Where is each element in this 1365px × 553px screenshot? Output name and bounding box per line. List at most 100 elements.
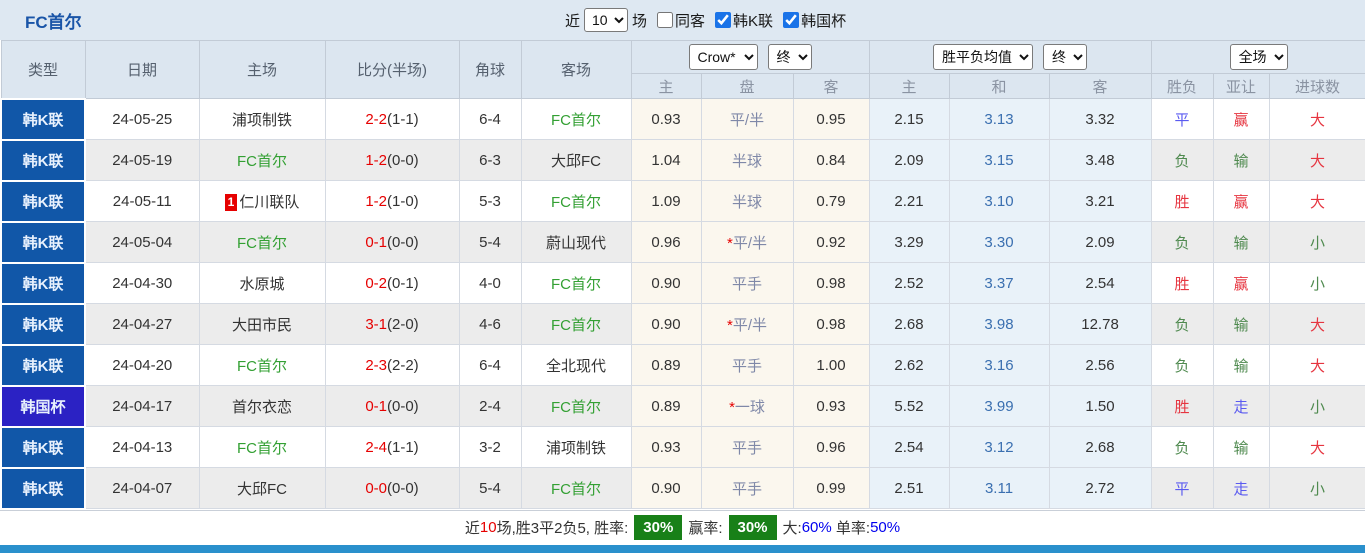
cell-home-team: 首尔衣恋 [198, 385, 326, 427]
away-team-name: 浦项制铁 [545, 439, 606, 457]
cell-corners: 5-4 [458, 221, 522, 263]
table-row: 韩K联 24-04-20 FC首尔 2-3(2-2) 6-4 全北现代 0.89 平手 1.00… [0, 343, 1365, 387]
cell-asian-home-odds: 0.96 [630, 221, 702, 263]
handicap-text: 半球 [731, 193, 762, 211]
cell-score: 3-1(2-0) [324, 303, 460, 345]
cell-match-type: 韩K联 [0, 97, 86, 141]
cell-asian-home-odds: 1.04 [630, 139, 702, 181]
cell-result-wdl: 负 [1150, 303, 1214, 345]
asian-time-select[interactable]: 终 [767, 44, 812, 70]
half-time-score: (0-1) [387, 274, 419, 292]
korea-cup-checkbox[interactable] [783, 12, 800, 28]
cell-home-team: FC首尔 [198, 426, 326, 468]
cell-away-team: 全北现代 [520, 344, 632, 386]
cell-corners: 6-4 [458, 344, 522, 386]
odds-company-select[interactable]: Crow* [688, 44, 758, 70]
away-team-name: FC首尔 [551, 275, 601, 293]
sub-header-euro-draw: 和 [948, 73, 1050, 99]
sub-header-euro-away: 客 [1048, 73, 1152, 99]
cell-score: 0-1(0-0) [324, 221, 460, 263]
half-time-score: (0-0) [387, 151, 419, 169]
cell-result-handicap: 走 [1212, 467, 1270, 509]
home-team-name: 大田市民 [231, 316, 292, 334]
asian-odds-header: Crow* 终 [630, 40, 870, 74]
cell-date: 24-04-13 [84, 426, 200, 468]
cell-euro-away-odds: 3.48 [1048, 139, 1152, 181]
cell-result-overunder: 大 [1268, 303, 1365, 345]
half-time-score: (0-0) [387, 397, 419, 415]
cell-corners: 3-2 [458, 426, 522, 468]
europe-time-select[interactable]: 终 [1043, 44, 1088, 70]
col-header-away: 客场 [520, 40, 632, 99]
summary-part: 单率: [831, 520, 871, 537]
header-group-row: 类型 日期 主场 比分(半场) 角球 客场 Crow* 终 胜平负均值 终 全场 [0, 40, 1365, 99]
cell-handicap: *平/半 [700, 221, 794, 263]
cell-euro-draw-odds: 3.15 [948, 139, 1050, 181]
cell-result-handicap: 输 [1212, 426, 1270, 468]
cell-score: 0-2(0-1) [324, 262, 460, 304]
col-header-corners: 角球 [458, 40, 522, 99]
cell-result-handicap: 输 [1212, 139, 1270, 181]
sub-header-asian-result: 亚让 [1212, 73, 1270, 99]
cell-euro-away-odds: 3.32 [1048, 98, 1152, 140]
k-league-label: 韩K联 [733, 12, 774, 30]
cell-euro-home-odds: 2.68 [868, 303, 950, 345]
result-scope-header: 全场 [1150, 40, 1365, 74]
cell-asian-home-odds: 0.93 [630, 426, 702, 468]
bottom-accent-bar [0, 544, 1365, 553]
europe-odds-select[interactable]: 胜平负均值 [933, 44, 1034, 70]
away-team-name: FC首尔 [551, 480, 601, 498]
full-time-score: 1-2 [365, 192, 387, 210]
cell-corners: 2-4 [458, 385, 522, 427]
cell-date: 24-05-11 [84, 180, 200, 222]
cell-handicap: 平手 [700, 467, 794, 509]
home-team-name: 大邱FC [237, 480, 287, 498]
cell-euro-home-odds: 2.52 [868, 262, 950, 304]
cell-result-handicap: 输 [1212, 221, 1270, 263]
handicap-text: 平手 [731, 357, 762, 375]
korea-cup-filter[interactable]: 韩国杯 [777, 10, 846, 31]
table-row: 韩K联 24-05-11 1 仁川联队 1-2(1-0) 5-3 FC首尔 1.09 半球 0.7… [0, 179, 1365, 223]
cell-result-wdl: 胜 [1150, 180, 1214, 222]
cell-corners: 6-3 [458, 139, 522, 181]
cell-handicap: 平手 [700, 344, 794, 386]
cell-result-wdl: 平 [1150, 467, 1214, 509]
cell-date: 24-04-20 [84, 344, 200, 386]
sub-header-wdl: 胜负 [1150, 73, 1214, 99]
page-title: FC首尔 [25, 12, 82, 32]
same-venue-checkbox[interactable] [657, 12, 674, 28]
same-venue-filter[interactable]: 同客 [651, 10, 705, 31]
k-league-checkbox[interactable] [715, 12, 732, 28]
half-time-score: (1-1) [387, 110, 419, 128]
table-body: 韩K联 24-05-25 浦项制铁 2-2(1-1) 6-4 FC首尔 0.93 平/半 0.9… [0, 97, 1365, 510]
handicap-text: 半球 [731, 152, 762, 170]
cell-score: 2-3(2-2) [324, 344, 460, 386]
cell-corners: 4-0 [458, 262, 522, 304]
cell-result-wdl: 负 [1150, 221, 1214, 263]
home-team-name: 水原城 [239, 275, 285, 293]
cell-match-type: 韩K联 [0, 261, 86, 305]
cell-result-overunder: 小 [1268, 221, 1365, 263]
cell-corners: 6-4 [458, 98, 522, 140]
cell-match-type: 韩K联 [0, 220, 86, 264]
games-count-select[interactable]: 10 [584, 8, 629, 32]
sub-header-euro-home: 主 [868, 73, 950, 99]
home-team-name: 仁川联队 [239, 193, 300, 211]
full-time-score: 2-3 [365, 356, 387, 374]
cell-asian-home-odds: 0.89 [630, 385, 702, 427]
table-row: 韩国杯 24-04-17 首尔衣恋 0-1(0-0) 2-4 FC首尔 0.89 *一球 0.9… [0, 384, 1365, 428]
cell-handicap: 平手 [700, 262, 794, 304]
away-team-name: FC首尔 [551, 398, 601, 416]
scope-select[interactable]: 全场 [1229, 44, 1288, 70]
k-league-filter[interactable]: 韩K联 [709, 10, 773, 31]
cell-asian-away-odds: 1.00 [792, 344, 870, 386]
cell-euro-home-odds: 2.15 [868, 98, 950, 140]
half-time-score: (0-0) [387, 479, 419, 497]
cell-result-overunder: 小 [1268, 262, 1365, 304]
handicap-text: 平/半 [729, 111, 765, 129]
cell-asian-home-odds: 1.09 [630, 180, 702, 222]
sub-header-handicap: 盘 [700, 73, 794, 99]
full-time-score: 0-0 [365, 479, 387, 497]
table-row: 韩K联 24-04-13 FC首尔 2-4(1-1) 3-2 浦项制铁 0.93 平手 0.96… [0, 425, 1365, 469]
cell-asian-home-odds: 0.89 [630, 344, 702, 386]
